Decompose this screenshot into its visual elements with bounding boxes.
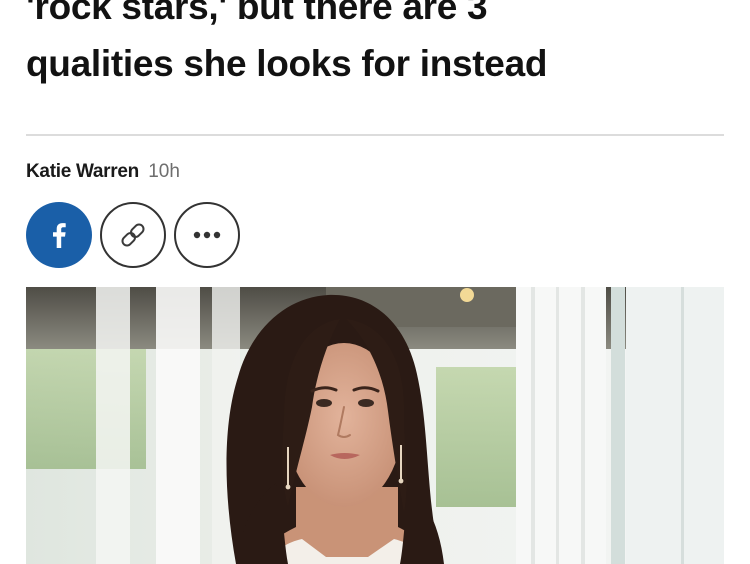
article-headline: 'rock stars,' but there are 3 qualities …: [26, 0, 726, 92]
link-icon: [121, 223, 145, 247]
more-dots-icon: [193, 231, 221, 239]
hero-image: [26, 287, 724, 564]
facebook-share-button[interactable]: [26, 202, 92, 268]
facebook-icon: [53, 223, 66, 248]
share-bar: [26, 202, 240, 270]
headline-line-1: 'rock stars,' but there are 3: [26, 0, 488, 27]
more-options-button[interactable]: [174, 202, 240, 268]
divider: [26, 134, 724, 136]
publish-time: 10h: [148, 161, 180, 182]
author-name[interactable]: Katie Warren: [26, 161, 139, 182]
copy-link-button[interactable]: [100, 202, 166, 268]
portrait-photo: [26, 287, 724, 564]
headline-line-2: qualities she looks for instead: [26, 43, 548, 84]
byline: Katie Warren 10h: [26, 160, 180, 184]
